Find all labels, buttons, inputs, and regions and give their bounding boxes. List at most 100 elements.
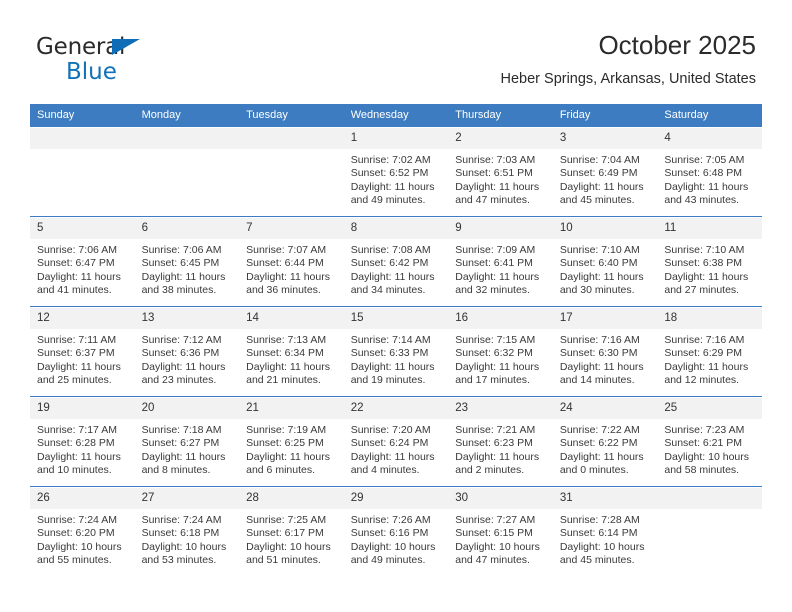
day-cell[interactable]: 4 Sunrise: 7:05 AM Sunset: 6:48 PM Daylight… [657, 128, 762, 217]
daylight-duration-line2: and 58 minutes. [664, 464, 740, 477]
day-cell[interactable]: 11 Sunrise: 7:10 AM Sunset: 6:38 PM Dayligh… [657, 218, 762, 307]
day-cell[interactable]: 9 Sunrise: 7:09 AM Sunset: 6:41 PM Daylight… [448, 218, 553, 307]
day-cell[interactable]: 21 Sunrise: 7:19 AM Sunset: 6:25 PM Dayligh… [239, 398, 344, 487]
daylight-duration-line2: and 21 minutes. [246, 374, 321, 387]
day-cell[interactable]: 28 Sunrise: 7:25 AM Sunset: 6:17 PM Dayligh… [239, 488, 344, 576]
day-number: 1 [343, 128, 449, 149]
day-cell[interactable]: 5 Sunrise: 7:06 AM Sunset: 6:47 PM Daylight… [30, 218, 135, 307]
day-cell[interactable]: 20 Sunrise: 7:18 AM Sunset: 6:27 PM Dayligh… [134, 398, 240, 487]
day-cell[interactable]: 7 Sunrise: 7:07 AM Sunset: 6:44 PM Daylight… [239, 218, 344, 307]
sunset-time: Sunset: 6:34 PM [246, 347, 324, 360]
day-cell[interactable]: 23 Sunrise: 7:21 AM Sunset: 6:23 PM Dayligh… [448, 398, 553, 487]
day-cell-inner: 17 Sunrise: 7:16 AM Sunset: 6:30 PM Dayligh… [552, 308, 658, 396]
column-header-wednesday: Wednesday [343, 104, 449, 127]
day-cell[interactable]: 27 Sunrise: 7:24 AM Sunset: 6:18 PM Dayligh… [134, 488, 240, 576]
sunset-time: Sunset: 6:16 PM [350, 527, 429, 540]
daylight-duration-line1: Daylight: 10 hours [37, 540, 122, 553]
day-cell[interactable]: 30 Sunrise: 7:27 AM Sunset: 6:15 PM Dayligh… [448, 488, 553, 576]
day-number: 8 [343, 218, 449, 239]
day-sun-info: Sunrise: 7:03 AM Sunset: 6:51 PM Daylight:… [448, 149, 553, 208]
day-number: 3 [552, 128, 658, 149]
sunset-time: Sunset: 6:45 PM [141, 257, 220, 270]
day-number: 10 [552, 218, 658, 239]
day-number: 21 [239, 398, 344, 419]
day-cell[interactable]: 6 Sunrise: 7:06 AM Sunset: 6:45 PM Daylight… [134, 218, 240, 307]
page-header: General Blue October 2025 Heber Springs,… [0, 28, 792, 100]
sunrise-time: Sunrise: 7:02 AM [350, 154, 431, 166]
day-cell[interactable]: 17 Sunrise: 7:16 AM Sunset: 6:30 PM Dayligh… [552, 308, 658, 397]
day-number [239, 128, 344, 149]
day-cell-inner: 1 Sunrise: 7:02 AM Sunset: 6:52 PM Daylight… [343, 128, 449, 216]
daylight-duration-line2: and 8 minutes. [141, 464, 211, 477]
day-sun-info: Sunrise: 7:21 AM Sunset: 6:23 PM Daylight:… [448, 419, 553, 478]
sunset-time: Sunset: 6:38 PM [664, 257, 743, 270]
day-cell[interactable]: 12 Sunrise: 7:11 AM Sunset: 6:37 PM Dayligh… [30, 308, 135, 397]
sunrise-time: Sunrise: 7:13 AM [246, 334, 327, 346]
day-cell[interactable]: 10 Sunrise: 7:10 AM Sunset: 6:40 PM Dayligh… [552, 218, 658, 307]
day-cell[interactable]: 16 Sunrise: 7:15 AM Sunset: 6:32 PM Dayligh… [448, 308, 553, 397]
day-cell[interactable]: 25 Sunrise: 7:23 AM Sunset: 6:21 PM Dayligh… [657, 398, 762, 487]
day-sun-info: Sunrise: 7:13 AM Sunset: 6:34 PM Daylight:… [239, 329, 344, 388]
week-row: 5 Sunrise: 7:06 AM Sunset: 6:47 PM Daylight… [30, 218, 762, 307]
day-number: 23 [448, 398, 553, 419]
daylight-duration-line2: and 19 minutes. [350, 374, 426, 387]
week-row: 19 Sunrise: 7:17 AM Sunset: 6:28 PM Dayligh… [30, 398, 762, 487]
calendar-header-row: Sunday Monday Tuesday Wednesday Thursday… [30, 104, 762, 127]
day-sun-info: Sunrise: 7:15 AM Sunset: 6:32 PM Daylight:… [448, 329, 553, 388]
daylight-duration-line2: and 0 minutes. [559, 464, 629, 477]
sunset-time: Sunset: 6:21 PM [664, 437, 743, 450]
daylight-duration-line1: Daylight: 11 hours [246, 270, 330, 283]
title-block: October 2025 Heber Springs, Arkansas, Un… [501, 28, 757, 90]
daylight-duration-line2: and 2 minutes. [455, 464, 525, 477]
sunset-time: Sunset: 6:30 PM [559, 347, 638, 360]
day-sun-info: Sunrise: 7:20 AM Sunset: 6:24 PM Daylight:… [344, 419, 449, 478]
day-cell[interactable]: 8 Sunrise: 7:08 AM Sunset: 6:42 PM Daylight… [343, 218, 449, 307]
day-cell-inner: 16 Sunrise: 7:15 AM Sunset: 6:32 PM Dayligh… [448, 308, 553, 396]
day-cell-inner: 26 Sunrise: 7:24 AM Sunset: 6:20 PM Dayligh… [30, 488, 135, 576]
day-cell[interactable]: 18 Sunrise: 7:16 AM Sunset: 6:29 PM Dayligh… [657, 308, 762, 397]
column-header-sunday: Sunday [30, 104, 135, 127]
sunrise-time: Sunrise: 7:12 AM [141, 334, 222, 346]
column-header-friday: Friday [552, 104, 658, 127]
sunset-time: Sunset: 6:25 PM [246, 437, 324, 450]
day-number: 31 [552, 488, 658, 509]
day-cell[interactable]: 31 Sunrise: 7:28 AM Sunset: 6:14 PM Dayligh… [552, 488, 658, 576]
day-number: 5 [30, 218, 135, 239]
day-cell[interactable]: 24 Sunrise: 7:22 AM Sunset: 6:22 PM Dayligh… [552, 398, 658, 487]
column-header-tuesday: Tuesday [239, 104, 344, 127]
day-cell[interactable]: 3 Sunrise: 7:04 AM Sunset: 6:49 PM Daylight… [552, 128, 658, 217]
day-number: 12 [30, 308, 135, 329]
daylight-duration-line2: and 10 minutes. [37, 464, 112, 477]
sunrise-time: Sunrise: 7:20 AM [350, 424, 431, 436]
sunset-time: Sunset: 6:24 PM [350, 437, 429, 450]
day-cell[interactable]: 2 Sunrise: 7:03 AM Sunset: 6:51 PM Daylight… [448, 128, 553, 217]
sunrise-time: Sunrise: 7:16 AM [664, 334, 745, 346]
day-cell-inner: 3 Sunrise: 7:04 AM Sunset: 6:49 PM Daylight… [552, 128, 658, 216]
daylight-duration-line2: and 14 minutes. [559, 374, 635, 387]
day-sun-info: Sunrise: 7:05 AM Sunset: 6:48 PM Daylight:… [657, 149, 762, 208]
day-cell[interactable]: 19 Sunrise: 7:17 AM Sunset: 6:28 PM Dayligh… [30, 398, 135, 487]
day-sun-info: Sunrise: 7:12 AM Sunset: 6:36 PM Daylight:… [135, 329, 240, 388]
daylight-duration-line1: Daylight: 11 hours [37, 360, 121, 373]
day-sun-info: Sunrise: 7:27 AM Sunset: 6:15 PM Daylight:… [448, 509, 553, 568]
daylight-duration-line2: and 55 minutes. [37, 554, 112, 567]
day-cell[interactable]: 29 Sunrise: 7:26 AM Sunset: 6:16 PM Dayligh… [343, 488, 449, 576]
day-sun-info: Sunrise: 7:23 AM Sunset: 6:21 PM Daylight:… [657, 419, 762, 478]
day-cell-inner: 11 Sunrise: 7:10 AM Sunset: 6:38 PM Dayligh… [657, 218, 762, 306]
daylight-duration-line2: and 17 minutes. [455, 374, 530, 387]
day-cell[interactable]: 13 Sunrise: 7:12 AM Sunset: 6:36 PM Dayligh… [134, 308, 240, 397]
day-number: 29 [343, 488, 449, 509]
day-cell[interactable]: 1 Sunrise: 7:02 AM Sunset: 6:52 PM Daylight… [343, 128, 449, 217]
day-number: 19 [30, 398, 135, 419]
daylight-duration-line2: and 6 minutes. [246, 464, 316, 477]
daylight-duration-line2: and 47 minutes. [455, 194, 530, 207]
day-cell[interactable]: 22 Sunrise: 7:20 AM Sunset: 6:24 PM Dayligh… [343, 398, 449, 487]
sunrise-time: Sunrise: 7:10 AM [559, 244, 640, 256]
sunset-time: Sunset: 6:23 PM [455, 437, 533, 450]
day-cell[interactable]: 26 Sunrise: 7:24 AM Sunset: 6:20 PM Dayligh… [30, 488, 135, 576]
day-cell[interactable]: 14 Sunrise: 7:13 AM Sunset: 6:34 PM Dayligh… [239, 308, 344, 397]
day-sun-info: Sunrise: 7:06 AM Sunset: 6:47 PM Daylight:… [30, 239, 135, 298]
day-cell[interactable]: 15 Sunrise: 7:14 AM Sunset: 6:33 PM Dayligh… [343, 308, 449, 397]
column-header-saturday: Saturday [657, 104, 762, 127]
sunrise-time: Sunrise: 7:07 AM [246, 244, 327, 256]
